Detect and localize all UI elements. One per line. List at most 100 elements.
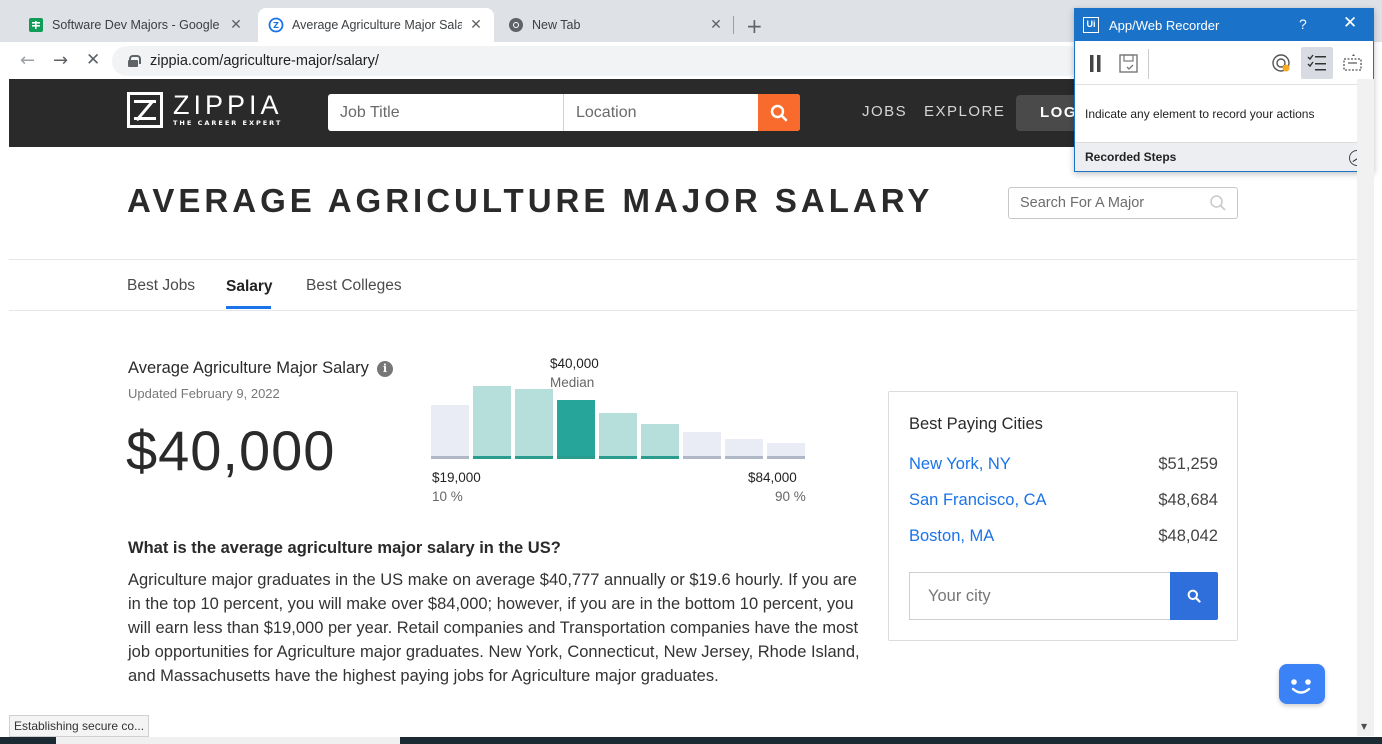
- smiley-bot-icon: [1291, 679, 1311, 694]
- recorded-steps-label: Recorded Steps: [1085, 150, 1177, 164]
- histogram-bar-base: [599, 456, 637, 459]
- help-icon[interactable]: ?: [1299, 16, 1307, 32]
- tab-average-agriculture-salary[interactable]: Z Average Agriculture Major Salary ✕: [258, 8, 494, 42]
- job-search-button[interactable]: [758, 94, 800, 131]
- recorder-toolbar: [1075, 41, 1373, 85]
- taskbar-search-area[interactable]: [56, 737, 400, 744]
- tab-new-tab[interactable]: New Tab ✕: [498, 8, 734, 42]
- low-percentile: 10 %: [432, 489, 463, 504]
- tab-best-jobs[interactable]: Best Jobs: [127, 277, 195, 295]
- info-icon[interactable]: i: [376, 360, 393, 377]
- page-scrollbar[interactable]: [1357, 79, 1374, 736]
- new-tab-plus-icon[interactable]: +: [746, 14, 763, 38]
- city-link-san-francisco[interactable]: San Francisco, CA: [909, 491, 1047, 510]
- tab-salary[interactable]: Salary: [226, 278, 273, 296]
- nav-jobs[interactable]: JOBS: [862, 103, 907, 120]
- lock-icon: [128, 55, 141, 67]
- tab-label: Average Agriculture Major Salary: [292, 18, 462, 32]
- logo-name: ZIPPIA: [173, 90, 283, 120]
- city-link-boston[interactable]: Boston, MA: [909, 527, 994, 546]
- job-title-input[interactable]: [328, 94, 563, 131]
- histogram-bar: [431, 405, 469, 459]
- major-search-input[interactable]: [1009, 188, 1199, 218]
- city-salary: $48,042: [1158, 527, 1218, 545]
- city-search-form: [909, 572, 1218, 620]
- low-salary-value: $19,000: [432, 470, 481, 485]
- histogram-bar-base: [557, 456, 595, 459]
- logo-tagline: THE CAREER EXPERT: [173, 119, 283, 127]
- high-percentile: 90 %: [775, 489, 806, 504]
- histogram-bar: [557, 400, 595, 459]
- tab-label: New Tab: [532, 18, 581, 32]
- zippia-favicon-icon: Z: [268, 17, 284, 33]
- recorder-titlebar: Ui App/Web Recorder ? ✕: [1075, 9, 1373, 41]
- location-input[interactable]: [564, 94, 758, 131]
- tab-separator: [733, 16, 734, 34]
- city-row: New York, NY $51,259: [909, 455, 1218, 474]
- uipath-logo-icon: Ui: [1083, 17, 1099, 33]
- question-title: What is the average agriculture major sa…: [128, 539, 561, 557]
- salary-heading: Average Agriculture Major Salary i: [128, 359, 393, 378]
- city-salary: $48,684: [1158, 491, 1218, 509]
- city-search-input[interactable]: [909, 572, 1170, 620]
- divider: [9, 310, 1357, 311]
- city-salary: $51,259: [1158, 455, 1218, 473]
- stop-loading-icon[interactable]: ✕: [86, 50, 100, 70]
- salary-histogram: $40,000 Median $19,000 10 % $84,000 90 %: [430, 355, 810, 515]
- histogram-bars: [431, 386, 805, 459]
- zippia-logo-mark-icon: [127, 92, 163, 128]
- tab-best-colleges[interactable]: Best Colleges: [306, 277, 402, 295]
- best-paying-cities-card: Best Paying Cities New York, NY $51,259 …: [888, 391, 1238, 641]
- scroll-down-arrow-icon[interactable]: ▼: [1361, 722, 1367, 731]
- target-record-icon[interactable]: [1271, 53, 1293, 75]
- steps-view-button[interactable]: [1301, 47, 1333, 79]
- major-search: [1008, 187, 1238, 219]
- checklist-icon: [1307, 54, 1326, 71]
- tab-software-dev-majors[interactable]: Software Dev Majors - Google Sh ✕: [18, 8, 254, 42]
- recorder-title: App/Web Recorder: [1109, 17, 1220, 33]
- city-search-button[interactable]: [1170, 572, 1218, 620]
- pause-icon[interactable]: [1089, 55, 1103, 73]
- forward-arrow-icon[interactable]: →: [53, 50, 68, 71]
- city-row: Boston, MA $48,042: [909, 527, 1218, 546]
- search-icon: [1187, 589, 1201, 603]
- chatbot-launcher[interactable]: [1279, 664, 1325, 704]
- google-sheets-icon: [28, 17, 44, 33]
- updated-date: Updated February 9, 2022: [128, 386, 280, 401]
- screen-select-icon[interactable]: [1342, 54, 1364, 74]
- histogram-bar: [683, 432, 721, 459]
- high-salary-value: $84,000: [748, 470, 797, 485]
- search-icon[interactable]: [1209, 194, 1227, 212]
- active-tab-indicator: [226, 306, 271, 309]
- back-arrow-icon[interactable]: ←: [20, 50, 35, 71]
- nav-explore[interactable]: EXPLORE: [924, 103, 1005, 120]
- close-tab-icon[interactable]: ✕: [708, 17, 724, 33]
- app-web-recorder-panel: Ui App/Web Recorder ? ✕ Indicate any ele…: [1074, 8, 1374, 172]
- histogram-bar-base: [515, 456, 553, 459]
- histogram-bar: [641, 424, 679, 459]
- histogram-bar: [515, 389, 553, 459]
- job-search-form: [328, 94, 800, 131]
- browser-status-bar: Establishing secure co...: [9, 715, 150, 737]
- histogram-bar-base: [683, 456, 721, 459]
- save-icon[interactable]: [1119, 54, 1139, 74]
- zippia-logo[interactable]: ZIPPIA THE CAREER EXPERT: [127, 92, 283, 128]
- salary-heading-text: Average Agriculture Major Salary: [128, 359, 369, 377]
- address-bar[interactable]: zippia.com/agriculture-major/salary/: [112, 46, 1082, 76]
- svg-text:Z: Z: [273, 21, 279, 30]
- histogram-bar-base: [431, 456, 469, 459]
- average-salary-value: $40,000: [126, 419, 336, 482]
- histogram-bar: [599, 413, 637, 459]
- close-tab-icon[interactable]: ✕: [468, 17, 484, 33]
- page-title: AVERAGE AGRICULTURE MAJOR SALARY: [127, 182, 934, 219]
- close-icon[interactable]: ✕: [1343, 13, 1357, 33]
- divider: [9, 259, 1357, 260]
- recorded-steps-bar[interactable]: Recorded Steps ︿: [1075, 142, 1373, 171]
- close-tab-icon[interactable]: ✕: [228, 17, 244, 33]
- recorder-message: Indicate any element to record your acti…: [1085, 107, 1315, 121]
- city-link-new-york[interactable]: New York, NY: [909, 455, 1011, 474]
- question-answer-text: Agriculture major graduates in the US ma…: [128, 571, 860, 685]
- histogram-bar-base: [641, 456, 679, 459]
- histogram-bar-base: [767, 456, 805, 459]
- city-row: San Francisco, CA $48,684: [909, 491, 1218, 510]
